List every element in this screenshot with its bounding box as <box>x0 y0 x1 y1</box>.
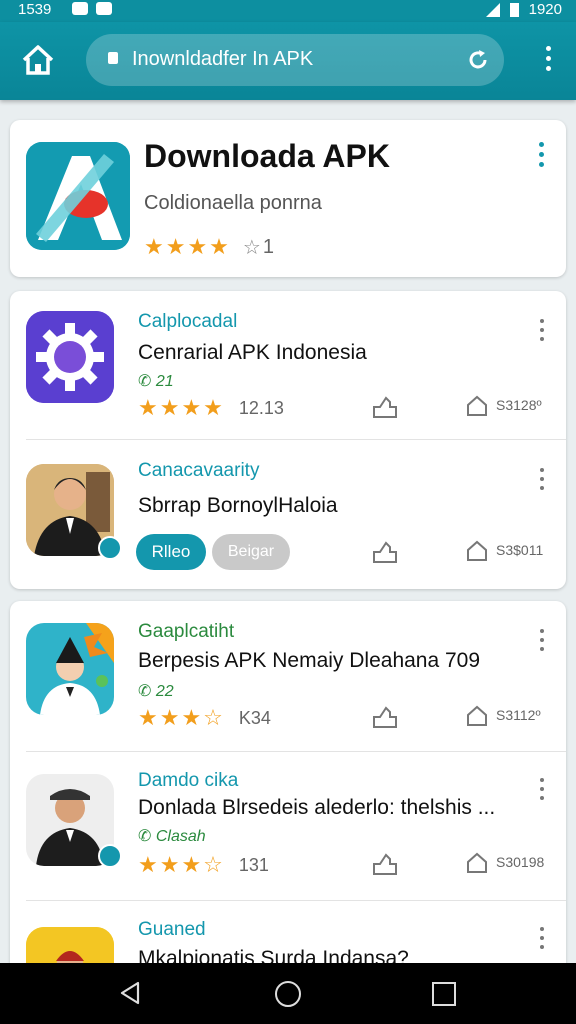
lock-icon <box>108 52 118 64</box>
list-item[interactable]: Canacavaarity Sbrrap BornoylHaloia Rlleo… <box>10 440 566 589</box>
bookmark-icon[interactable] <box>466 395 488 417</box>
app-name: Sbrrap BornoylHaloia <box>138 494 338 517</box>
home-icon[interactable] <box>20 42 56 78</box>
rating-count: 1 <box>262 235 274 258</box>
app-rating: ★★★☆ 131 <box>138 852 269 878</box>
app-name: Donlada Blrsedeis alederlo: thelshis ... <box>138 796 496 819</box>
verified-badge-icon <box>98 844 122 868</box>
app-meta: ✆ 22 <box>138 683 174 700</box>
developer-name[interactable]: Guaned <box>138 919 206 941</box>
item-menu-icon[interactable] <box>540 778 544 800</box>
share-icon[interactable] <box>372 540 398 564</box>
app-size: S3128º <box>496 397 542 413</box>
item-menu-icon[interactable] <box>540 927 544 949</box>
featured-title: Downloada APK <box>144 138 390 174</box>
app-name: Cenrarial APK Indonesia <box>138 341 367 364</box>
item-menu-icon[interactable] <box>540 629 544 651</box>
share-icon[interactable] <box>372 705 398 729</box>
recent-apps-icon[interactable] <box>432 982 456 1006</box>
status-bar: 1539 1920 <box>0 0 576 22</box>
list-item[interactable]: Damdo cika Donlada Blrsedeis alederlo: t… <box>10 752 566 900</box>
address-bar[interactable]: Inownldadfer In APK <box>86 34 504 86</box>
star-rating-icon: ★★★☆ <box>138 852 225 877</box>
app-name: Berpesis APK Nemaiy Dleahana 709 <box>138 649 481 672</box>
bookmark-icon[interactable] <box>466 852 488 874</box>
system-navigation-bar <box>0 963 576 1024</box>
star-rating-icon: ★★★★ <box>138 395 225 420</box>
featured-rating: ★★★★ ☆ 1 <box>144 234 274 260</box>
card-menu-icon[interactable] <box>539 142 544 167</box>
app-meta: ✆ 21 <box>138 373 174 390</box>
rating-number: 131 <box>238 854 269 875</box>
app-list-card: Calplocadal Cenrarial APK Indonesia ✆ 21… <box>10 291 566 589</box>
developer-name[interactable]: Canacavaarity <box>138 460 259 482</box>
rating-number: K34 <box>238 707 271 728</box>
app-size: S3$011 <box>496 542 544 558</box>
featured-subtitle: Coldionaella ponrna <box>144 192 322 214</box>
app-logo-icon <box>26 142 130 250</box>
share-icon[interactable] <box>372 852 398 876</box>
list-item[interactable]: Gaaplcatiht Berpesis APK Nemaiy Dleahana… <box>10 601 566 751</box>
app-meta: ✆ Clasah <box>138 828 206 845</box>
developer-name[interactable]: Gaaplcatiht <box>138 621 234 643</box>
url-text[interactable]: Inownldadfer In APK <box>132 48 313 71</box>
app-rating: ★★★★ 12.13 <box>138 395 284 421</box>
app-size: S3112º <box>496 707 541 723</box>
featured-app-card[interactable]: Downloada APK Coldionaella ponrna ★★★★ ☆… <box>10 120 566 277</box>
overflow-menu-icon[interactable] <box>544 46 552 76</box>
notification-icon <box>96 2 112 15</box>
star-rating-icon: ★★★☆ <box>138 705 225 730</box>
bookmark-icon[interactable] <box>466 540 488 562</box>
beta-button[interactable]: Beigar <box>212 534 290 570</box>
install-button[interactable]: Rlleo <box>136 534 206 570</box>
status-right-text: 1920 <box>528 1 562 18</box>
item-menu-icon[interactable] <box>540 468 544 490</box>
verified-badge-icon <box>98 536 122 560</box>
star-rating-icon: ★★★★ <box>144 234 231 259</box>
bookmark-icon[interactable] <box>466 705 488 727</box>
developer-name[interactable]: Damdo cika <box>138 770 238 792</box>
notification-icons <box>72 2 112 15</box>
notification-icon <box>72 2 88 15</box>
item-menu-icon[interactable] <box>540 319 544 341</box>
app-rating: ★★★☆ K34 <box>138 705 271 731</box>
settings-gear-app-icon <box>26 311 114 403</box>
list-item[interactable]: Calplocadal Cenrarial APK Indonesia ✆ 21… <box>10 291 566 439</box>
rating-number: 12.13 <box>238 397 284 418</box>
signal-icon <box>485 2 500 17</box>
back-icon[interactable] <box>118 981 142 1005</box>
app-size: S30198 <box>496 854 545 870</box>
battery-icon <box>509 2 519 17</box>
developer-name[interactable]: Calplocadal <box>138 311 237 333</box>
app-list-card: Gaaplcatiht Berpesis APK Nemaiy Dleahana… <box>10 601 566 981</box>
star-outline-icon: ☆ <box>242 236 261 259</box>
share-icon[interactable] <box>372 395 398 419</box>
browser-toolbar: Inownldadfer In APK <box>0 22 576 100</box>
status-time: 1539 <box>18 1 52 18</box>
reload-icon[interactable] <box>466 48 490 72</box>
person-avatar-icon <box>26 623 114 715</box>
system-icons: 1920 <box>485 1 562 18</box>
home-circle-icon[interactable] <box>275 981 301 1007</box>
